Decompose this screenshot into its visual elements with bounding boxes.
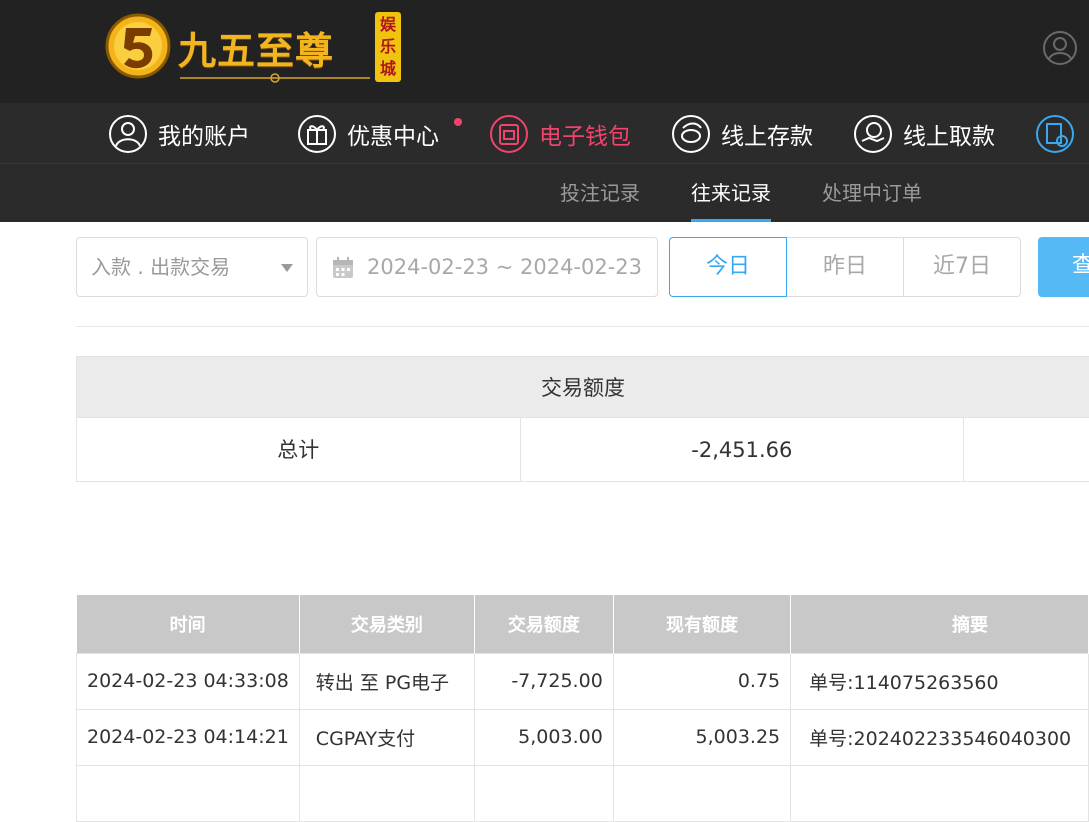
quick-date-group: 今日 昨日 近7日 xyxy=(669,237,1021,297)
cell-summary: 单号:114075263560 xyxy=(790,652,1089,710)
tab-pending-orders[interactable]: 处理中订单 xyxy=(822,164,922,222)
badge-char: 娱 xyxy=(379,15,396,34)
cell-empty xyxy=(790,764,1089,822)
col-balance: 现有额度 xyxy=(613,595,792,653)
cell-time: 2024-02-23 04:14:21 xyxy=(76,708,300,766)
today-button[interactable]: 今日 xyxy=(669,237,787,297)
deposit-icon xyxy=(672,114,710,153)
cell-balance: 0.75 xyxy=(612,652,792,710)
top-header: 九五至尊 娱 乐 城 xyxy=(0,0,1089,103)
cell-empty xyxy=(298,764,476,822)
brand-logo[interactable]: 九五至尊 娱 乐 城 xyxy=(104,8,404,90)
cell-empty xyxy=(76,764,300,822)
user-circle-icon xyxy=(109,114,147,153)
nav-e-wallet[interactable]: 电子钱包 xyxy=(489,103,631,164)
calendar-icon xyxy=(333,257,353,278)
col-amount: 交易额度 xyxy=(474,595,614,653)
summary-label: 总计 xyxy=(77,418,521,482)
yesterday-button[interactable]: 昨日 xyxy=(786,237,904,297)
last-7-days-button[interactable]: 近7日 xyxy=(903,237,1021,297)
col-time: 时间 xyxy=(76,595,300,653)
cell-empty xyxy=(474,764,614,822)
tab-transaction-records[interactable]: 往来记录 xyxy=(691,164,771,222)
wallet-icon xyxy=(490,114,528,153)
nav-my-account[interactable]: 我的账户 xyxy=(108,103,250,164)
cell-amount: -7,725.00 xyxy=(474,652,614,710)
table-row: 2024-02-23 04:14:21 CGPAY支付 5,003.00 5,0… xyxy=(76,708,1089,766)
main-nav: 我的账户 优惠中心 电子钱包 线上存款 线上取款 xyxy=(0,103,1089,164)
cell-type: 转出 至 PG电子 xyxy=(298,652,476,710)
withdraw-icon xyxy=(854,114,892,153)
summary-total: -2,451.66 xyxy=(521,418,965,482)
nav-label: 线上取款 xyxy=(903,123,995,150)
nav-more[interactable] xyxy=(1035,103,1085,164)
table-row: 2024-02-23 04:33:08 转出 至 PG电子 -7,725.00 … xyxy=(76,652,1089,710)
col-summary: 摘要 xyxy=(790,595,1089,653)
divider xyxy=(76,326,1089,327)
record-icon xyxy=(1036,114,1074,153)
summary-header: 交易额度 xyxy=(76,356,1089,418)
notification-dot xyxy=(454,118,462,126)
table-header-row: 时间 交易类别 交易额度 现有额度 摘要 xyxy=(76,595,1089,653)
logo-five-icon xyxy=(105,13,171,79)
badge-char: 城 xyxy=(379,59,396,78)
nav-promotions[interactable]: 优惠中心 xyxy=(297,103,439,164)
nav-label: 我的账户 xyxy=(158,123,250,150)
profile-icon[interactable] xyxy=(1042,30,1078,66)
badge-char: 乐 xyxy=(379,37,396,56)
nav-label: 电子钱包 xyxy=(539,123,631,150)
cell-empty xyxy=(612,764,792,822)
cell-balance: 5,003.25 xyxy=(612,708,792,766)
date-range-value: 2024-02-23 ~ 2024-02-23 xyxy=(367,255,643,279)
cell-amount: 5,003.00 xyxy=(474,708,614,766)
summary-row: 总计 -2,451.66 xyxy=(76,418,1089,482)
nav-label: 优惠中心 xyxy=(347,123,439,150)
search-button[interactable]: 查 xyxy=(1038,237,1089,297)
sub-nav: 投注记录 往来记录 处理中订单 xyxy=(0,164,1089,222)
col-type: 交易类别 xyxy=(299,595,476,653)
cell-time: 2024-02-23 04:33:08 xyxy=(76,652,300,710)
cell-summary: 单号:202402233546040300 xyxy=(790,708,1089,766)
table-row xyxy=(76,764,1089,822)
transactions-table: 时间 交易类别 交易额度 现有额度 摘要 2024-02-23 04:33:08… xyxy=(76,595,1089,822)
cell-type: CGPAY支付 xyxy=(298,708,476,766)
logo-ornament xyxy=(180,73,370,83)
transaction-type-select[interactable]: 入款 . 出款交易 xyxy=(76,237,308,297)
summary-extra-cell xyxy=(964,418,1089,482)
gift-icon xyxy=(298,114,336,153)
nav-label: 线上存款 xyxy=(721,123,813,150)
nav-withdraw[interactable]: 线上取款 xyxy=(853,103,995,164)
tab-bet-records[interactable]: 投注记录 xyxy=(560,164,640,222)
select-value: 入款 . 出款交易 xyxy=(91,255,231,279)
date-range-input[interactable]: 2024-02-23 ~ 2024-02-23 xyxy=(316,237,658,297)
summary-table: 交易额度 总计 -2,451.66 xyxy=(76,356,1089,482)
brand-badge: 娱 乐 城 xyxy=(375,12,401,82)
caret-down-icon xyxy=(281,264,293,272)
brand-name: 九五至尊 xyxy=(178,28,335,73)
nav-deposit[interactable]: 线上存款 xyxy=(671,103,813,164)
